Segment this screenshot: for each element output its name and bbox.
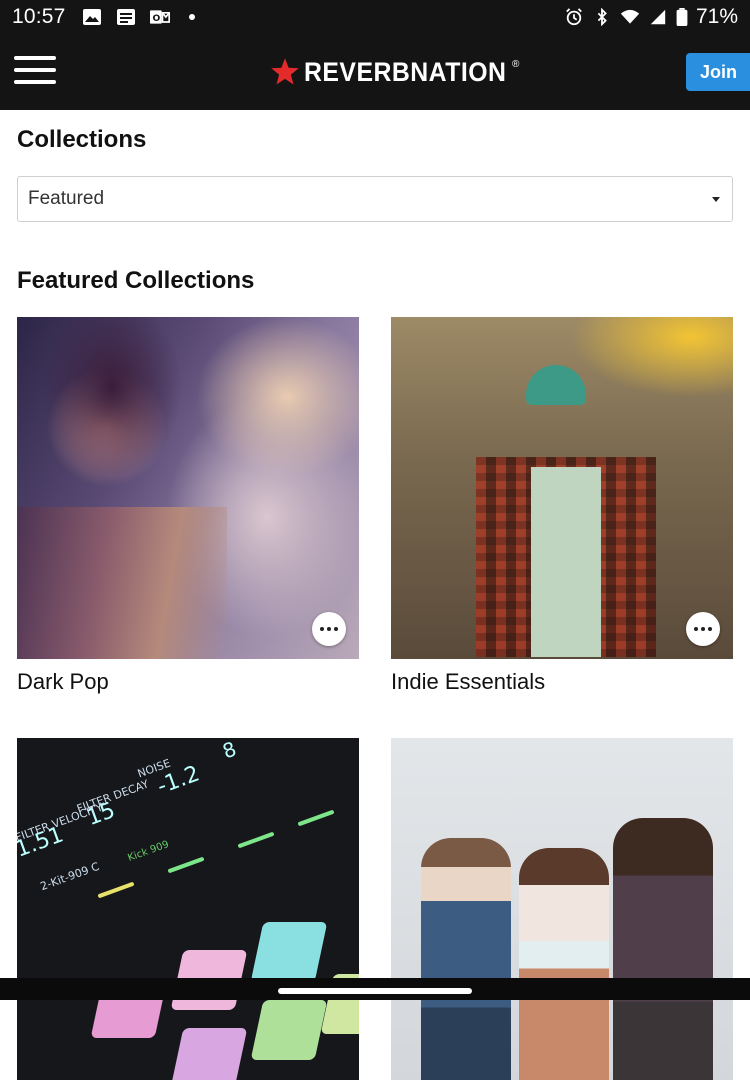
collections-filter-select[interactable]: Featured [17, 176, 733, 222]
menu-button[interactable] [14, 56, 56, 88]
wifi-icon [620, 9, 640, 24]
collection-artwork: NOISE -1.2 FILTER DECAY 15 FILTER VELOCI… [17, 738, 359, 1080]
star-icon [271, 58, 299, 85]
join-button[interactable]: Join [686, 53, 750, 91]
signal-icon [650, 9, 666, 25]
collection-card-dark-pop[interactable]: Dark Pop [17, 317, 359, 695]
registered-mark: ® [512, 58, 520, 70]
home-gesture-handle[interactable] [278, 988, 472, 994]
news-icon [116, 9, 135, 25]
status-time: 10:57 [12, 5, 66, 28]
collection-card-indie-essentials[interactable]: Indie Essentials [391, 317, 733, 695]
battery-percent: 71% [695, 5, 738, 28]
logo-text: REVERBNATION [304, 56, 507, 87]
page-title: Collections [17, 126, 147, 153]
ellipsis-icon [694, 627, 698, 631]
collection-artwork [391, 317, 733, 659]
outlook-icon: O [149, 10, 170, 24]
notification-icons: O [82, 8, 204, 26]
status-bar: 10:57 O 71% [0, 0, 750, 34]
select-value: Featured [28, 188, 105, 209]
more-options-button[interactable] [312, 612, 346, 646]
image-icon [82, 9, 101, 25]
collection-title[interactable]: Indie Essentials [391, 669, 733, 695]
dot-icon [188, 14, 195, 20]
reverbnation-logo[interactable]: REVERBNATION ® [270, 56, 519, 88]
section-title: Featured Collections [17, 267, 255, 294]
ellipsis-icon [320, 627, 324, 631]
more-options-button[interactable] [686, 612, 720, 646]
collection-artwork [391, 738, 733, 1080]
collection-artwork [17, 317, 359, 659]
hamburger-icon [14, 56, 56, 60]
collection-card-3[interactable]: NOISE -1.2 FILTER DECAY 15 FILTER VELOCI… [17, 738, 359, 1090]
system-icons: 71% [564, 5, 738, 29]
collection-title[interactable]: Dark Pop [17, 669, 359, 695]
app-header: REVERBNATION ® Join [0, 34, 750, 110]
collection-card-4[interactable] [391, 738, 733, 1090]
alarm-icon [566, 8, 582, 26]
battery-icon [676, 8, 688, 26]
caret-down-icon [712, 197, 720, 202]
svg-text:O: O [152, 13, 160, 24]
bluetooth-icon [597, 8, 607, 26]
